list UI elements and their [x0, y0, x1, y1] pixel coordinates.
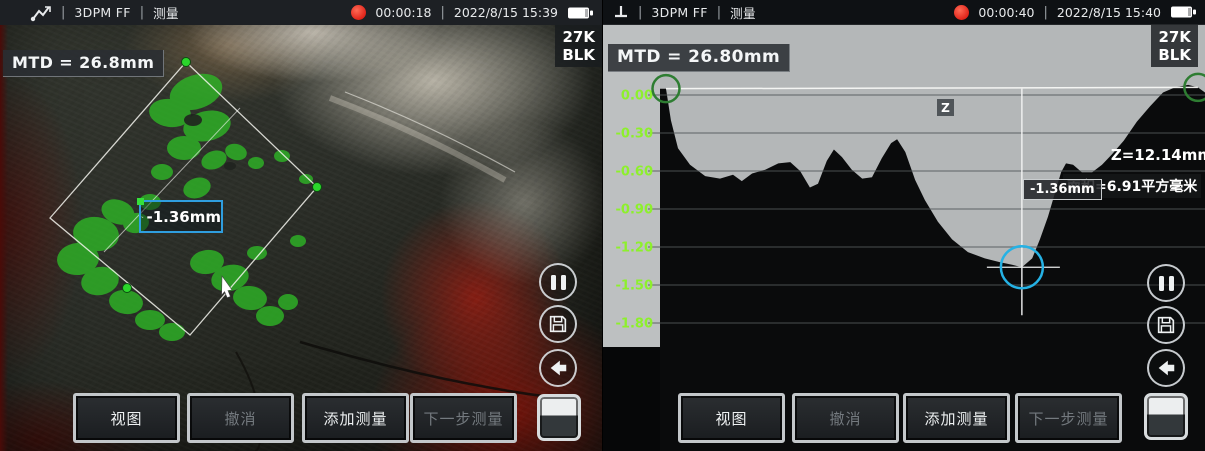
depth-measurement-tag[interactable]: -1.36mm [139, 200, 223, 233]
split-view-toggle[interactable] [537, 394, 581, 441]
zoom-level: 27K [562, 28, 595, 46]
view-button[interactable]: 视图 [73, 393, 180, 443]
topbar: | 3DPM FF | 测量 00:00:18 | 2022/8/15 15:3… [0, 0, 602, 25]
view-button[interactable]: 视图 [678, 393, 785, 443]
back-button[interactable] [539, 349, 577, 387]
videoscope-screen: | 3DPM FF | 测量 00:00:18 | 2022/8/15 15:3… [0, 0, 1205, 451]
zoom-level-badge: 27K BLK [1151, 25, 1198, 67]
depth-value-tag: -1.36mm [1023, 179, 1102, 200]
status-group: 00:00:18 | 2022/8/15 15:39 [351, 5, 594, 20]
next-measurement-button[interactable]: 下一步测量 [410, 393, 517, 443]
back-button[interactable] [1147, 349, 1185, 387]
save-icon [547, 313, 569, 335]
save-icon [1155, 314, 1177, 336]
zoom-level: 27K [1158, 28, 1191, 46]
zoom-level-badge: 27K BLK [555, 25, 602, 67]
topbar: | 3DPM FF | 测量 00:00:40 | 2022/8/15 15:4… [603, 0, 1205, 25]
record-time: 00:00:40 [978, 5, 1034, 20]
y-tick-label: -0.90 [616, 203, 653, 218]
save-button[interactable] [539, 305, 577, 343]
record-indicator [351, 5, 366, 20]
battery-icon [567, 6, 594, 20]
battery-icon [1170, 5, 1197, 19]
separator: | [717, 5, 721, 20]
y-tick-label: -1.20 [616, 241, 653, 256]
right-profile-panel: 0.00 -0.30 -0.60 -0.90 -1.20 -1.50 -1.80 | 3DP… [603, 0, 1205, 451]
separator: | [1044, 5, 1048, 20]
surface-highlight [330, 98, 505, 180]
z-marker: Z [937, 99, 954, 116]
status-group: 00:00:40 | 2022/8/15 15:40 [954, 5, 1197, 20]
back-arrow-icon [546, 357, 570, 379]
back-arrow-icon [1154, 357, 1178, 379]
z-value-label: Z=12.14mm [1111, 146, 1205, 164]
save-button[interactable] [1147, 306, 1185, 344]
mtd-label: MTD = 26.8mm [3, 50, 164, 77]
menu-label[interactable]: 测量 [153, 3, 179, 22]
axis-strip [603, 25, 660, 347]
pause-button[interactable] [539, 263, 577, 301]
y-tick-label: -0.60 [616, 165, 653, 180]
depth-type-icon [141, 210, 144, 224]
y-tick-label: -0.30 [616, 127, 653, 142]
quad-handle-dot[interactable] [182, 58, 191, 67]
mtd-label: MTD = 26.80mm [608, 44, 790, 72]
depth-profile-icon [613, 4, 629, 20]
probe-icon [30, 4, 52, 22]
record-datetime: 2022/8/15 15:39 [454, 5, 558, 20]
image-mode: BLK [1158, 46, 1191, 64]
menu-label[interactable]: 测量 [730, 3, 756, 22]
pause-icon [551, 275, 566, 290]
image-mode: BLK [562, 46, 595, 64]
quad-handle-dot[interactable] [313, 183, 322, 192]
record-time: 00:00:18 [375, 5, 431, 20]
next-measurement-button[interactable]: 下一步测量 [1015, 393, 1122, 443]
separator: | [441, 5, 445, 20]
separator: | [140, 5, 144, 20]
record-indicator [954, 5, 969, 20]
pause-icon [1159, 276, 1174, 291]
crack-line [300, 342, 560, 398]
record-datetime: 2022/8/15 15:40 [1057, 5, 1161, 20]
split-view-toggle[interactable] [1144, 393, 1188, 440]
mode-label: 3DPM FF [651, 5, 707, 20]
undo-button[interactable]: 撤消 [792, 393, 899, 443]
y-tick-label: -1.50 [616, 279, 653, 294]
undo-button[interactable]: 撤消 [187, 393, 294, 443]
pause-button[interactable] [1147, 264, 1185, 302]
quad-handle-dot[interactable] [123, 284, 132, 293]
add-measurement-button[interactable]: 添加测量 [302, 393, 409, 443]
surface-highlight [345, 92, 515, 172]
depth-value: -1.36mm [147, 208, 222, 226]
mode-label: 3DPM FF [74, 5, 130, 20]
left-camera-panel: | 3DPM FF | 测量 00:00:18 | 2022/8/15 15:3… [0, 0, 602, 451]
separator: | [638, 5, 642, 20]
separator: | [61, 5, 65, 20]
y-tick-label: 0.00 [621, 89, 653, 104]
y-tick-label: -1.80 [616, 317, 653, 332]
add-measurement-button[interactable]: 添加测量 [903, 393, 1010, 443]
tag-handle[interactable] [137, 198, 144, 205]
